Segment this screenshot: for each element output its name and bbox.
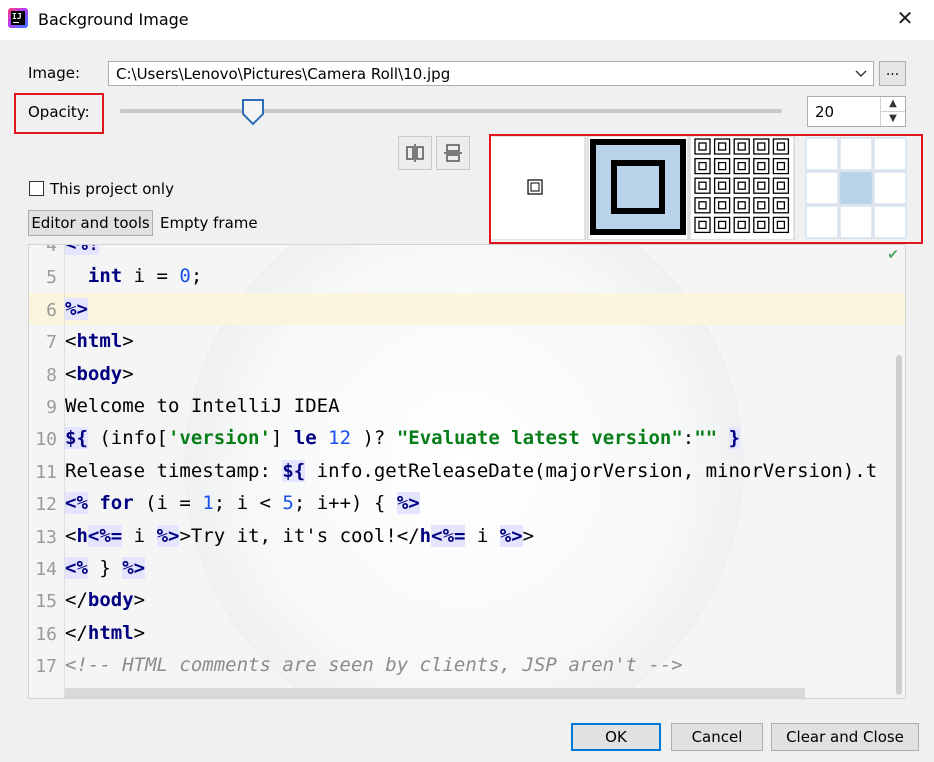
code-line: <% } %> <box>65 557 146 579</box>
current-line-highlight <box>29 293 905 325</box>
flip-horizontal-button[interactable] <box>398 136 432 170</box>
code-line: <% for (i = 1; i < 5; i++) { %> <box>65 492 420 515</box>
vertical-scrollbar[interactable] <box>893 245 905 698</box>
code-line: <h<%= i %>>Try it, it's cool!</h<%= i %>… <box>65 524 535 547</box>
code-line: <%! <box>65 245 100 255</box>
window-title: Background Image <box>38 10 189 29</box>
opacity-slider-thumb[interactable] <box>241 98 265 126</box>
code-line: Welcome to IntelliJ IDEA <box>65 395 340 417</box>
line-number: 7 <box>46 332 57 354</box>
code-line: <html> <box>65 330 134 353</box>
line-number: 10 <box>35 429 57 451</box>
line-number: 12 <box>35 494 57 516</box>
code-line: <!-- HTML comments are seen by clients, … <box>65 654 683 677</box>
horizontal-scrollbar[interactable] <box>65 688 805 698</box>
flip-horizontal-icon <box>406 144 424 162</box>
code-line: <body> <box>65 362 134 385</box>
code-line: </html> <box>65 621 146 644</box>
line-number: 8 <box>46 364 57 386</box>
tab-empty-frame[interactable]: Empty frame <box>160 214 258 232</box>
code-line: </body> <box>65 589 146 612</box>
close-icon[interactable]: ✕ <box>895 8 915 28</box>
line-number: 11 <box>35 461 57 483</box>
code-line: int i = 0; <box>87 265 203 288</box>
browse-button[interactable]: ... <box>879 61 906 86</box>
code-line: Release timestamp: ${ info.getReleaseDat… <box>65 459 878 482</box>
code-line: ${ (info['version'] le 12 )? "Evaluate l… <box>65 427 741 450</box>
line-number: 4 <box>46 244 57 256</box>
editor-preview: 4 <%! 5 int i = 0; 6 %> 7 <html> 8 <body> 9 Welcom… <box>28 244 906 699</box>
image-label: Image: <box>28 64 81 82</box>
line-number: 13 <box>35 526 57 548</box>
line-number: 14 <box>35 559 57 580</box>
flip-vertical-icon <box>444 144 462 162</box>
intellij-app-icon: IJ <box>8 8 28 28</box>
line-number: 6 <box>46 299 57 321</box>
image-path-value: C:\Users\Lenovo\Pictures\Camera Roll\10.… <box>116 65 451 83</box>
opacity-spinner[interactable]: 20 ▲ ▼ <box>807 96 906 127</box>
line-number: 15 <box>35 591 57 613</box>
spin-down-icon[interactable]: ▼ <box>881 111 905 126</box>
code-line: %> <box>65 297 88 320</box>
placement-options-highlight <box>489 134 923 244</box>
image-path-combobox[interactable]: C:\Users\Lenovo\Pictures\Camera Roll\10.… <box>108 61 874 86</box>
chevron-down-icon[interactable] <box>853 65 869 81</box>
spin-up-icon[interactable]: ▲ <box>881 97 905 111</box>
this-project-only-checkbox[interactable] <box>29 181 44 196</box>
line-number: 16 <box>35 623 57 645</box>
cancel-button[interactable]: Cancel <box>671 723 763 751</box>
line-number: 5 <box>46 267 57 289</box>
tab-editor-and-tools[interactable]: Editor and tools <box>28 210 153 236</box>
ok-button[interactable]: OK <box>571 723 661 751</box>
line-number: 9 <box>46 397 57 418</box>
line-number: 17 <box>35 656 57 678</box>
clear-and-close-button[interactable]: Clear and Close <box>771 723 919 751</box>
opacity-slider-track[interactable] <box>120 109 782 113</box>
flip-vertical-button[interactable] <box>436 136 470 170</box>
this-project-only-label: This project only <box>50 180 174 198</box>
opacity-value: 20 <box>815 103 835 121</box>
opacity-label: Opacity: <box>28 103 90 121</box>
